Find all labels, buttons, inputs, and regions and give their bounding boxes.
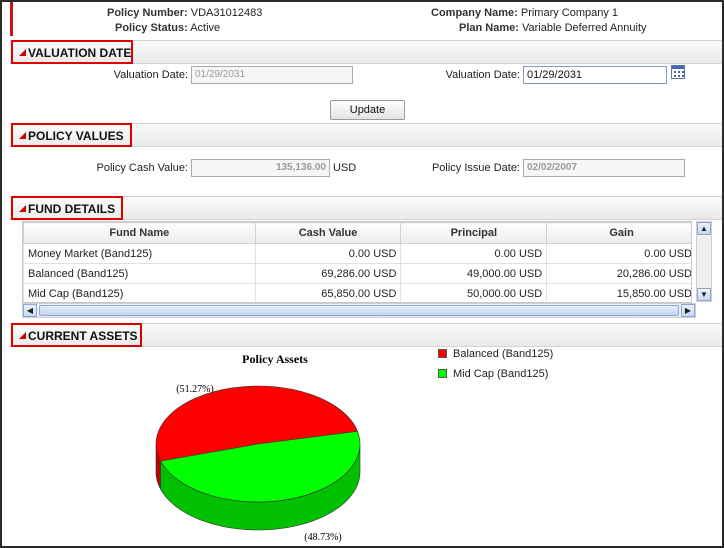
fund-details-table: Fund Name Cash Value Principal Gain Mone… bbox=[23, 222, 691, 302]
principal-cell: 0.00 USD bbox=[400, 243, 548, 264]
principal-cell: 50,000.00 USD bbox=[400, 283, 548, 302]
gain-cell: 0.00 USD bbox=[546, 243, 691, 264]
valuation-date-label-right: Valuation Date: bbox=[445, 69, 520, 81]
collapse-triangle-icon bbox=[19, 332, 26, 339]
chart-title: Policy Assets bbox=[242, 352, 308, 366]
policy-summary-left: Policy Number: VDA31012483 Policy Status… bbox=[107, 6, 277, 36]
plan-name-value: Variable Deferred Annuity bbox=[521, 22, 647, 34]
scroll-left-icon[interactable]: ◀ bbox=[23, 304, 37, 317]
valuation-date-field-readonly: 01/29/2031 bbox=[191, 66, 353, 84]
update-button[interactable]: Update bbox=[330, 100, 405, 120]
policy-number-value: VDA31012483 bbox=[190, 7, 263, 19]
policy-issue-date-label: Policy Issue Date: bbox=[431, 162, 520, 174]
gain-cell: 20,286.00 USD bbox=[546, 263, 691, 284]
fund-name-cell: Money Market (Band125) bbox=[23, 243, 256, 264]
policy-cash-value-label: Policy Cash Value: bbox=[96, 162, 188, 174]
column-header-fund-name[interactable]: Fund Name bbox=[23, 222, 256, 244]
company-name-label: Company Name: bbox=[431, 7, 518, 19]
header-accent-bar bbox=[10, 2, 13, 36]
legend-label-balanced: Balanced (Band125) bbox=[453, 348, 554, 360]
scroll-up-icon[interactable]: ▲ bbox=[697, 222, 711, 235]
policy-status-label: Policy Status: bbox=[115, 22, 188, 34]
scroll-down-icon[interactable]: ▼ bbox=[697, 288, 711, 301]
policy-values-section-title[interactable]: POLICY VALUES bbox=[11, 123, 132, 147]
table-row[interactable]: Mid Cap (Band125) 65,850.00 USD 50,000.0… bbox=[23, 283, 691, 302]
table-row[interactable]: Balanced (Band125) 69,286.00 USD 49,000.… bbox=[23, 263, 691, 284]
policy-assets-chart: Policy Assets (51.27%) (48.73%) bbox=[155, 352, 361, 543]
plan-name-label: Plan Name: bbox=[459, 22, 519, 34]
scroll-right-icon[interactable]: ▶ bbox=[681, 304, 695, 317]
fund-details-section-title[interactable]: FUND DETAILS bbox=[11, 196, 123, 220]
fund-name-cell: Balanced (Band125) bbox=[23, 263, 256, 284]
valuation-date-label-left: Valuation Date: bbox=[113, 69, 188, 81]
pie-slices bbox=[155, 385, 361, 531]
collapse-triangle-icon bbox=[19, 49, 26, 56]
policy-issue-date-field: 02/02/2007 bbox=[523, 159, 685, 177]
fund-details-grid: Fund Name Cash Value Principal Gain Mone… bbox=[22, 221, 692, 303]
column-header-gain[interactable]: Gain bbox=[546, 222, 691, 244]
collapse-triangle-icon bbox=[19, 205, 26, 212]
valuation-section-title[interactable]: VALUATION DATE bbox=[11, 40, 133, 64]
policy-cash-value-field: 135,136.00 bbox=[191, 159, 330, 177]
cash-value-cell: 65,850.00 USD bbox=[254, 283, 402, 302]
horizontal-scrollbar[interactable]: ◀ ▶ bbox=[22, 303, 696, 318]
scroll-thumb[interactable] bbox=[39, 305, 679, 316]
table-row[interactable]: Money Market (Band125) 0.00 USD 0.00 USD… bbox=[23, 243, 691, 264]
policy-number-label: Policy Number: bbox=[107, 7, 188, 19]
fund-header-row: Fund Name Cash Value Principal Gain bbox=[23, 222, 691, 244]
slice-label-midcap: (48.73%) bbox=[304, 532, 342, 543]
valuation-date-input[interactable]: 01/29/2031 bbox=[523, 66, 667, 84]
company-name-value: Primary Company 1 bbox=[520, 7, 619, 19]
fund-name-cell: Mid Cap (Band125) bbox=[23, 283, 256, 302]
vertical-scrollbar[interactable]: ▲ ▼ bbox=[696, 221, 712, 302]
cash-value-cell: 69,286.00 USD bbox=[254, 263, 402, 284]
policy-cash-value-unit: USD bbox=[333, 162, 357, 174]
cash-value-cell: 0.00 USD bbox=[254, 243, 402, 264]
policy-summary-right: Company Name: Primary Company 1 Plan Nam… bbox=[431, 6, 691, 36]
legend-label-midcap: Mid Cap (Band125) bbox=[453, 368, 549, 380]
gain-cell: 15,850.00 USD bbox=[546, 283, 691, 302]
column-header-cash-value[interactable]: Cash Value bbox=[254, 222, 402, 244]
legend-swatch-midcap bbox=[438, 369, 447, 378]
policy-status-value: Active bbox=[190, 22, 221, 34]
column-header-principal[interactable]: Principal bbox=[400, 222, 548, 244]
collapse-triangle-icon bbox=[19, 132, 26, 139]
legend-swatch-balanced bbox=[438, 349, 447, 358]
principal-cell: 49,000.00 USD bbox=[400, 263, 548, 284]
calendar-icon[interactable] bbox=[671, 65, 685, 79]
